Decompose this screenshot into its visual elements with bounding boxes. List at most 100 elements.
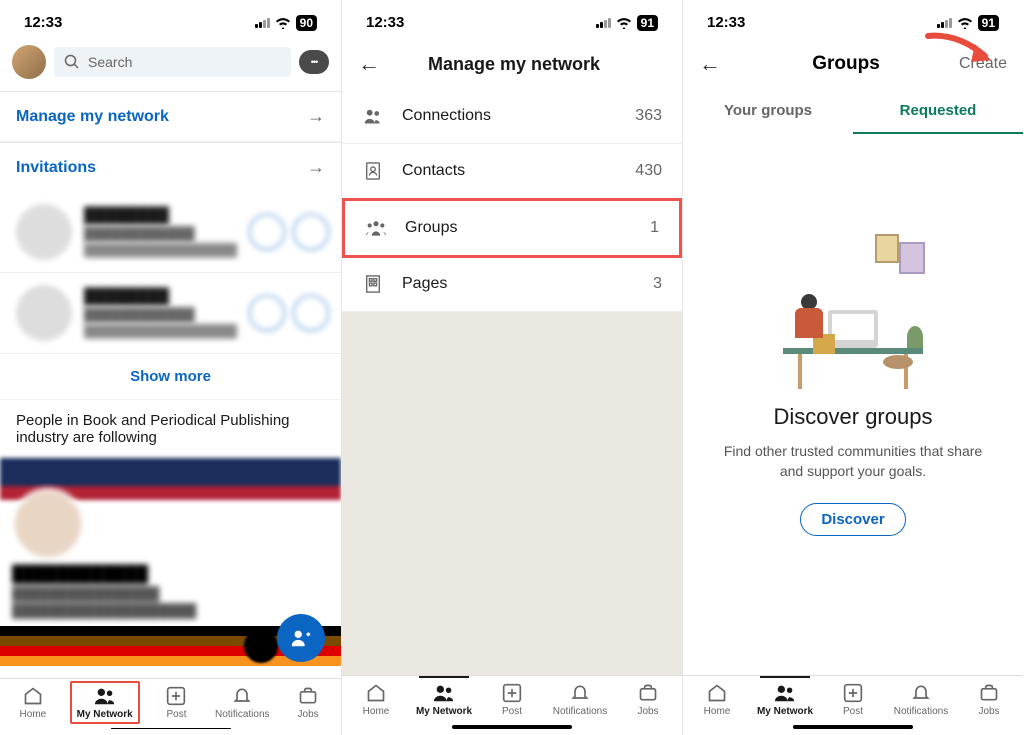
row-label: Groups [405, 219, 457, 237]
phone-groups: 12:33 91 ← Groups Create Your groups Req… [682, 0, 1023, 735]
empty-state: Discover groups Find other trusted commu… [683, 134, 1023, 675]
create-button[interactable]: Create [959, 55, 1007, 73]
back-button[interactable]: ← [358, 51, 380, 77]
home-icon [706, 682, 728, 704]
row-connections[interactable]: Connections 363 [342, 89, 682, 144]
row-groups[interactable]: Groups 1 [342, 198, 682, 258]
people-icon [774, 682, 796, 704]
invitation-item[interactable]: ████████ ████████████ ██████████████████ [0, 192, 341, 273]
tab-jobs[interactable]: Jobs [955, 682, 1023, 717]
accept-button[interactable] [293, 295, 329, 331]
search-icon [64, 54, 80, 70]
status-time: 12:33 [707, 14, 745, 31]
invitation-avatar [16, 204, 72, 260]
tab-home[interactable]: Home [342, 682, 410, 717]
ignore-button[interactable] [249, 214, 285, 250]
search-input[interactable]: Search [54, 47, 291, 77]
row-count: 430 [635, 162, 662, 180]
invitation-avatar [16, 285, 72, 341]
briefcase-icon [297, 685, 319, 707]
battery-indicator: 91 [978, 15, 999, 31]
tab-my-network[interactable]: My Network [410, 682, 478, 717]
plus-icon [501, 682, 523, 704]
tab-bar: Home My Network Post Notifications Jobs [342, 675, 682, 721]
empty-body: Find other trusted communities that shar… [713, 442, 993, 481]
wifi-icon [275, 17, 291, 29]
tab-jobs[interactable]: Jobs [614, 682, 682, 717]
row-count: 363 [635, 107, 662, 125]
status-time: 12:33 [366, 14, 404, 31]
battery-indicator: 91 [637, 15, 658, 31]
suggestion-heading: People in Book and Periodical Publishing… [0, 400, 341, 458]
home-indicator [111, 728, 231, 729]
suggestion-card[interactable]: ████████████ ████████████████ ██████████… [0, 458, 341, 678]
tab-notifications[interactable]: Notifications [546, 682, 614, 717]
status-time: 12:33 [24, 14, 62, 31]
row-label: Pages [402, 275, 447, 293]
invitations-label: Invitations [16, 159, 96, 177]
tab-home[interactable]: Home [683, 682, 751, 717]
home-indicator [793, 725, 913, 729]
tab-post[interactable]: Post [478, 682, 546, 717]
groups-tabs: Your groups Requested [683, 89, 1023, 134]
bell-icon [910, 682, 932, 704]
phone-manage-network: 12:33 91 ← Manage my network Connections… [341, 0, 682, 735]
groups-icon [365, 217, 387, 239]
wifi-icon [957, 17, 973, 29]
tab-bar: Home My Network Post Notifications Jobs [0, 678, 341, 724]
profile-avatar[interactable] [12, 45, 46, 79]
empty-heading: Discover groups [774, 404, 933, 430]
bell-icon [231, 685, 253, 707]
tab-bar: Home My Network Post Notifications Jobs [683, 675, 1023, 721]
tab-my-network[interactable]: My Network [70, 681, 140, 724]
messages-icon[interactable] [299, 50, 329, 74]
row-pages[interactable]: Pages 3 [342, 257, 682, 312]
show-more-button[interactable]: Show more [0, 354, 341, 399]
people-icon [433, 682, 455, 704]
people-icon [94, 685, 116, 707]
tab-your-groups[interactable]: Your groups [683, 89, 853, 134]
tab-my-network[interactable]: My Network [751, 682, 819, 717]
plus-icon [842, 682, 864, 704]
tab-post[interactable]: Post [819, 682, 887, 717]
header: ← Groups Create [683, 39, 1023, 89]
plus-icon [165, 685, 187, 707]
network-menu-list: Connections 363 Contacts 430 Groups 1 Pa… [342, 89, 682, 312]
discover-button[interactable]: Discover [800, 503, 905, 536]
arrow-right-icon: → [307, 106, 325, 127]
arrow-right-icon: → [307, 157, 325, 178]
invitation-item[interactable]: ████████ ████████████ ██████████████████ [0, 273, 341, 354]
row-contacts[interactable]: Contacts 430 [342, 144, 682, 199]
home-icon [365, 682, 387, 704]
status-bar: 12:33 90 [0, 0, 341, 39]
row-count: 1 [650, 219, 659, 237]
phone-my-network: 12:33 90 Search Manage my network → Invi… [0, 0, 341, 735]
briefcase-icon [637, 682, 659, 704]
row-label: Connections [402, 107, 491, 125]
top-bar: Search [0, 39, 341, 91]
page-title: Groups [733, 53, 959, 75]
tab-post[interactable]: Post [144, 685, 210, 720]
tab-notifications[interactable]: Notifications [209, 685, 275, 720]
invitations-link[interactable]: Invitations → [0, 142, 341, 192]
tab-jobs[interactable]: Jobs [275, 685, 341, 720]
status-bar: 12:33 91 [342, 0, 682, 39]
bell-icon [569, 682, 591, 704]
contacts-icon [362, 160, 384, 182]
signal-icon [255, 18, 270, 28]
signal-icon [596, 18, 611, 28]
header: ← Manage my network [342, 39, 682, 89]
row-count: 3 [653, 275, 662, 293]
tab-home[interactable]: Home [0, 685, 66, 720]
manage-network-link[interactable]: Manage my network → [0, 91, 341, 141]
empty-illustration [773, 234, 933, 374]
manage-network-label: Manage my network [16, 108, 169, 126]
back-button[interactable]: ← [699, 51, 721, 77]
tab-notifications[interactable]: Notifications [887, 682, 955, 717]
accept-button[interactable] [293, 214, 329, 250]
ignore-button[interactable] [249, 295, 285, 331]
tab-requested[interactable]: Requested [853, 89, 1023, 134]
pages-icon [362, 273, 384, 295]
signal-icon [937, 18, 952, 28]
people-icon [362, 105, 384, 127]
